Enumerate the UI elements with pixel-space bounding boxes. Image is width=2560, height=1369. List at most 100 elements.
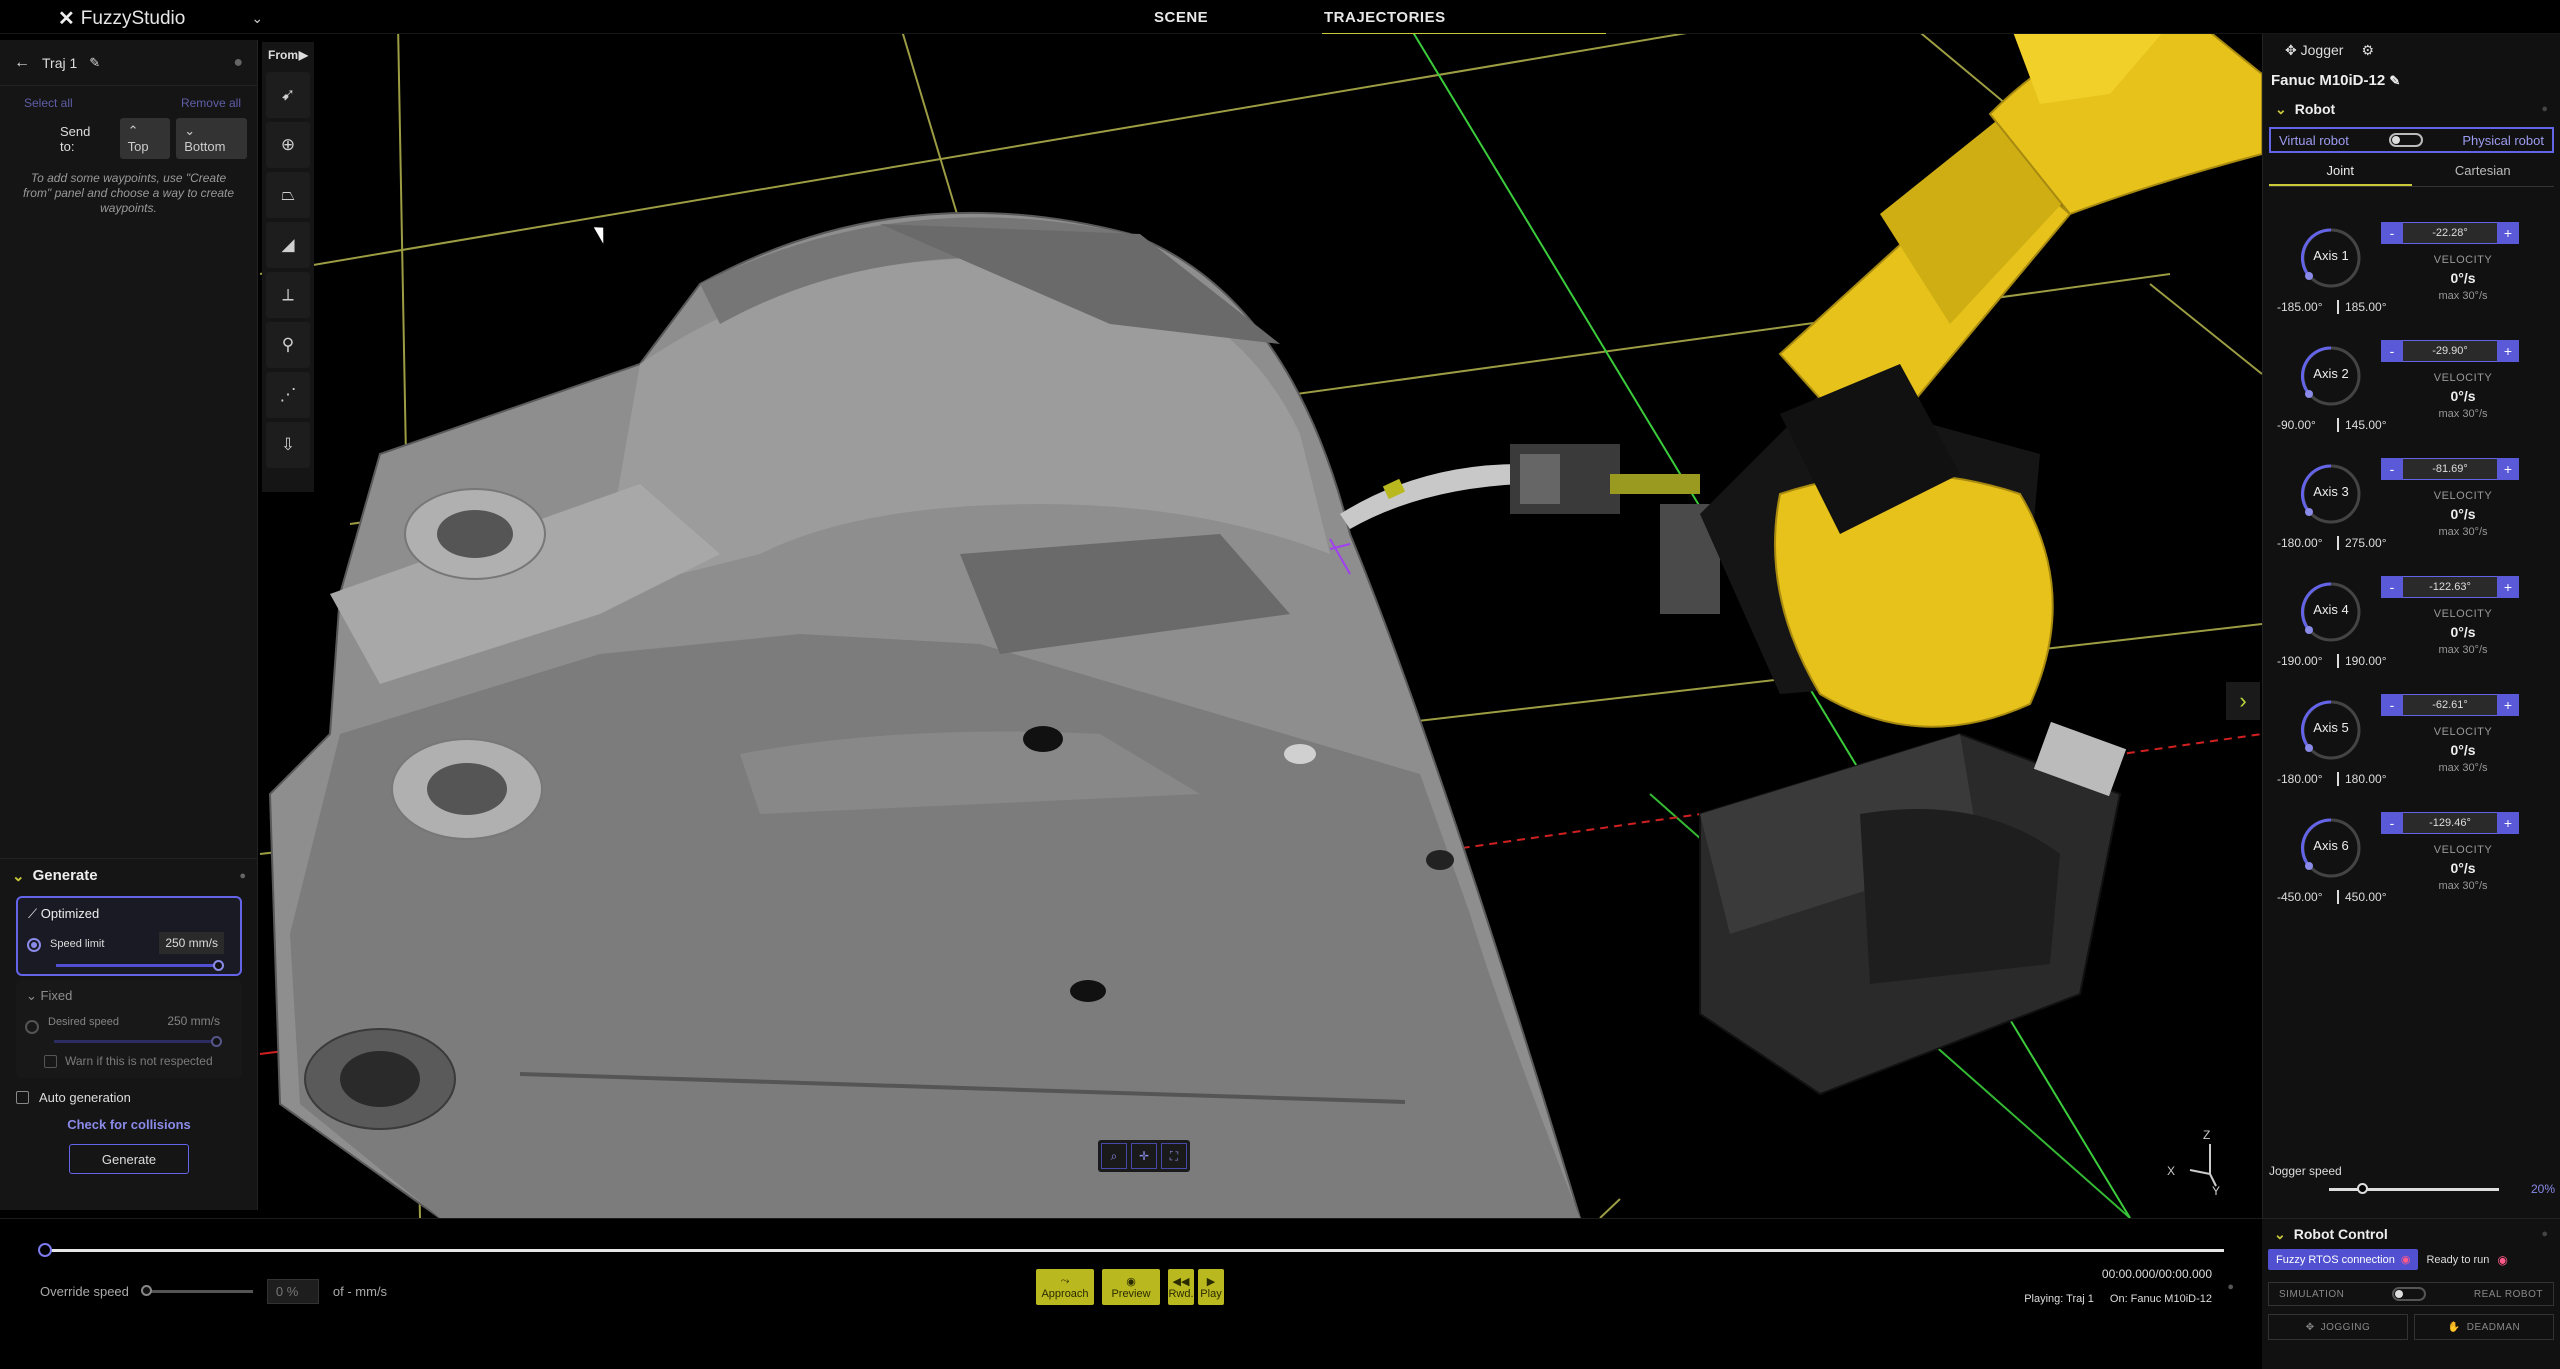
tab-joint[interactable]: Joint <box>2269 157 2412 186</box>
jogger-speed-value: 20% <box>2530 1182 2555 1196</box>
axis-value-input[interactable]: -122.63° <box>2403 576 2497 598</box>
generate-title: Generate <box>32 867 98 884</box>
speed-limit-knob[interactable] <box>213 960 224 971</box>
frame-icon[interactable]: ⟂ <box>266 272 310 318</box>
axis-value-input[interactable]: -129.46° <box>2403 812 2497 834</box>
surface-icon[interactable]: ⏢ <box>266 172 310 218</box>
jogger-speed-slider[interactable] <box>2329 1188 2499 1191</box>
robot-section-header[interactable]: ⌄ Robot ● <box>2263 95 2560 123</box>
preview-button[interactable]: ◉ Preview <box>1102 1269 1160 1305</box>
deadman-button[interactable]: ✋ DEADMAN <box>2414 1314 2554 1340</box>
override-speed-label: Override speed <box>40 1284 129 1299</box>
desired-speed-knob[interactable] <box>211 1036 222 1047</box>
robot-arm-icon[interactable]: ⚙ <box>2361 42 2374 58</box>
tab-scene[interactable]: SCENE <box>1154 9 1208 26</box>
collapse-panel-chevron-icon[interactable]: › <box>2226 682 2260 720</box>
axis-stepper: - -122.63° + <box>2381 576 2519 598</box>
info-icon[interactable]: ● <box>239 870 246 882</box>
fixed-option[interactable]: ⌄ Fixed Desired speed 250 mm/s Warn if t… <box>16 980 242 1078</box>
timeline-knob[interactable] <box>38 1243 52 1257</box>
virtual-physical-toggle[interactable]: Virtual robot Physical robot <box>2269 127 2554 153</box>
edit-pencil-icon[interactable]: ✎ <box>89 55 100 71</box>
welding-torch-model[interactable] <box>1329 444 1720 614</box>
check-collisions-link[interactable]: Check for collisions <box>0 1117 258 1132</box>
rtos-connection-chip[interactable]: Fuzzy RTOS connection ◉ <box>2268 1249 2419 1270</box>
cursor-icon[interactable]: ➹ <box>266 72 310 118</box>
increment-button[interactable]: + <box>2497 340 2519 362</box>
jogging-button[interactable]: ✥ JOGGING <box>2268 1314 2408 1340</box>
generate-button[interactable]: Generate <box>69 1144 189 1174</box>
increment-button[interactable]: + <box>2497 694 2519 716</box>
send-top-button[interactable]: ⌃ Top <box>119 118 171 159</box>
axis-value-input[interactable]: -62.61° <box>2403 694 2497 716</box>
speed-limit-slider[interactable] <box>56 964 218 967</box>
info-icon[interactable]: ● <box>2227 1281 2234 1293</box>
chevron-down-icon[interactable]: ⌄ <box>251 10 263 27</box>
pin-icon[interactable]: ⚲ <box>266 322 310 368</box>
axis-value-input[interactable]: -81.69° <box>2403 458 2497 480</box>
info-icon[interactable]: ● <box>233 54 243 72</box>
app-logo[interactable]: ✕ FuzzyStudio ⌄ <box>58 6 263 31</box>
decrement-button[interactable]: - <box>2381 340 2403 362</box>
remove-all-link[interactable]: Remove all <box>181 96 241 110</box>
import-icon[interactable]: ⇩ <box>266 422 310 468</box>
solid-icon[interactable]: ◢ <box>266 222 310 268</box>
generate-header[interactable]: ⌄ Generate ● <box>0 858 258 892</box>
decrement-button[interactable]: - <box>2381 694 2403 716</box>
edit-pencil-icon[interactable]: ✎ <box>2389 73 2400 88</box>
auto-generation-checkbox[interactable] <box>16 1091 29 1104</box>
decrement-button[interactable]: - <box>2381 458 2403 480</box>
axis-min: -185.00° <box>2277 300 2323 314</box>
play-triangle-icon[interactable]: ▶ <box>299 48 308 62</box>
desired-speed-input[interactable]: 250 mm/s <box>161 1010 226 1032</box>
desired-speed-slider[interactable] <box>54 1040 220 1043</box>
increment-button[interactable]: + <box>2497 576 2519 598</box>
timeline-track[interactable] <box>44 1249 2224 1252</box>
velocity-max: max 30°/s <box>2438 644 2488 656</box>
increment-button[interactable]: + <box>2497 222 2519 244</box>
trajectory-title[interactable]: Traj 1 <box>42 55 77 71</box>
play-button[interactable]: ▶ Play <box>1198 1269 1224 1305</box>
info-icon[interactable]: ● <box>2541 103 2548 115</box>
warn-checkbox[interactable] <box>44 1054 57 1068</box>
send-bottom-button[interactable]: ⌄ Bottom <box>176 118 247 159</box>
simulation-switch[interactable] <box>2392 1287 2427 1301</box>
center-view-icon[interactable]: ✛ <box>1131 1143 1157 1169</box>
robot-mode-switch[interactable] <box>2388 133 2423 147</box>
decrement-button[interactable]: - <box>2381 222 2403 244</box>
axis-velocity: VELOCITY 0°/s max 30°/s <box>2423 726 2503 774</box>
optimized-radio[interactable] <box>27 938 41 952</box>
jogger-speed-knob[interactable] <box>2357 1183 2368 1194</box>
back-arrow-icon[interactable]: ← <box>14 54 30 72</box>
override-speed-slider[interactable] <box>140 1285 253 1296</box>
3d-viewport[interactable]: Z X Y <box>0 34 2262 1218</box>
select-all-link[interactable]: Select all <box>24 96 73 110</box>
workpiece-model[interactable] <box>268 211 1582 1218</box>
speed-limit-input[interactable]: 250 mm/s <box>159 932 224 954</box>
increment-button[interactable]: + <box>2497 458 2519 480</box>
override-speed-input[interactable]: 0 % <box>266 1279 319 1304</box>
rewind-button[interactable]: ◀◀ Rwd. <box>1168 1269 1194 1305</box>
decrement-button[interactable]: - <box>2381 812 2403 834</box>
tab-trajectories[interactable]: TRAJECTORIES <box>1322 9 1606 35</box>
approach-button[interactable]: ⤳ Approach <box>1036 1269 1094 1305</box>
tab-cartesian[interactable]: Cartesian <box>2412 157 2555 186</box>
fixed-radio[interactable] <box>25 1020 39 1034</box>
target-icon[interactable]: ⊕ <box>266 122 310 168</box>
optimized-option[interactable]: ⟋ Optimized Speed limit 250 mm/s <box>16 896 242 976</box>
robot-control-header[interactable]: ⌄ Robot Control ● <box>2262 1219 2560 1249</box>
robot-model[interactable] <box>1699 34 2262 1096</box>
jogger-tab[interactable]: ✥ Jogger <box>2285 42 2343 58</box>
decrement-button[interactable]: - <box>2381 576 2403 598</box>
axis-name: Axis 6 <box>2313 838 2349 853</box>
axis-value-input[interactable]: -29.90° <box>2403 340 2497 362</box>
info-icon[interactable]: ● <box>2541 1228 2548 1240</box>
velocity-label: VELOCITY <box>2433 254 2493 266</box>
increment-button[interactable]: + <box>2497 812 2519 834</box>
zoom-out-icon[interactable]: ⌕ <box>1101 1143 1127 1169</box>
path-icon[interactable]: ⋰ <box>266 372 310 418</box>
axis-value-input[interactable]: -22.28° <box>2403 222 2497 244</box>
simulation-toggle[interactable]: SIMULATION REAL ROBOT <box>2268 1282 2554 1306</box>
scene-canvas[interactable] <box>0 34 2262 1218</box>
fit-view-icon[interactable]: ⛶ <box>1161 1143 1187 1169</box>
